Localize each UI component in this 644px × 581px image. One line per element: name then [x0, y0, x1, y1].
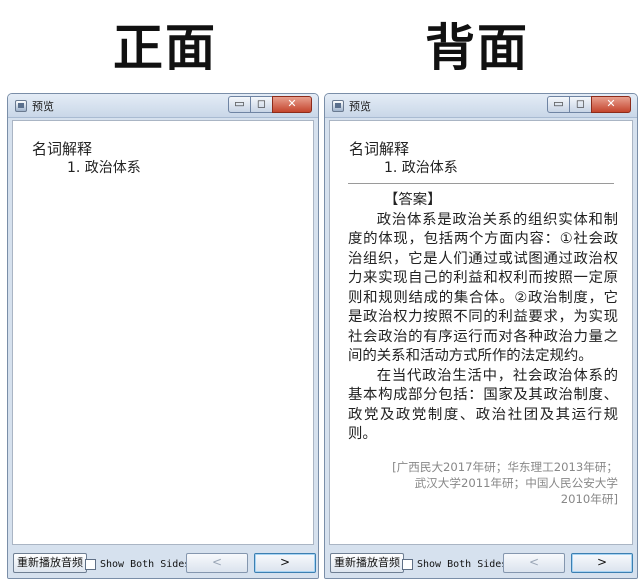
- card-content-front[interactable]: 名词解释 1. 政治体系: [12, 120, 314, 545]
- show-both-sides-toggle[interactable]: Show Both Sides: [85, 556, 190, 572]
- question-item: 1. 政治体系: [384, 160, 458, 176]
- answer-paragraph-1: 政治体系是政治关系的组织实体和制度的体现，包括两个方面内容：①社会政治组织，它是…: [348, 211, 618, 365]
- window-controls: ▭ ◻ ✕: [228, 96, 312, 113]
- show-both-sides-label: Show Both Sides: [417, 558, 508, 570]
- question-heading: 名词解释: [349, 140, 410, 158]
- front-side-title: 正面: [113, 19, 217, 77]
- window-title: 预览: [349, 100, 371, 113]
- question-heading: 名词解释: [32, 140, 93, 158]
- answer-label: 【答案】: [384, 192, 442, 208]
- title-bar[interactable]: 预览 ▭ ◻ ✕: [325, 94, 637, 118]
- show-both-sides-toggle[interactable]: Show Both Sides: [402, 556, 507, 572]
- next-button[interactable]: >: [571, 553, 633, 573]
- title-bar[interactable]: 预览 ▭ ◻ ✕: [8, 94, 318, 118]
- bottom-bar: 重新播放音频 Show Both Sides < >: [8, 546, 318, 578]
- close-button[interactable]: ✕: [272, 96, 312, 113]
- preview-window-front: 预览 ▭ ◻ ✕ 名词解释 1. 政治体系 重新播放音频 Show Both S…: [7, 93, 319, 579]
- minimize-button[interactable]: ▭: [547, 96, 570, 113]
- close-button[interactable]: ✕: [591, 96, 631, 113]
- preview-window-back: 预览 ▭ ◻ ✕ 名词解释 1. 政治体系 【答案】 政治体系是政治关系的组织实…: [324, 93, 638, 579]
- maximize-button[interactable]: ◻: [250, 96, 273, 113]
- app-icon: [332, 100, 344, 112]
- minimize-button[interactable]: ▭: [228, 96, 251, 113]
- window-title: 预览: [32, 100, 54, 113]
- checkbox-icon[interactable]: [85, 558, 96, 570]
- next-button[interactable]: >: [254, 553, 316, 573]
- question-item: 1. 政治体系: [67, 160, 141, 176]
- back-side-title: 背面: [425, 19, 529, 77]
- previous-button[interactable]: <: [503, 553, 565, 573]
- window-controls: ▭ ◻ ✕: [547, 96, 631, 113]
- bottom-bar: 重新播放音频 Show Both Sides < >: [325, 546, 637, 578]
- checkbox-icon[interactable]: [402, 558, 413, 570]
- replay-audio-button[interactable]: 重新播放音频: [13, 553, 87, 573]
- answer-block: 【答案】 政治体系是政治关系的组织实体和制度的体现，包括两个方面内容：①社会政治…: [348, 191, 618, 507]
- show-both-sides-label: Show Both Sides: [100, 558, 191, 570]
- answer-source: [广西民大2017年研；华东理工2013年研；武汉大学2011年研；中国人民公安…: [392, 459, 618, 506]
- card-content-back[interactable]: 名词解释 1. 政治体系 【答案】 政治体系是政治关系的组织实体和制度的体现，包…: [329, 120, 633, 545]
- divider: [348, 183, 614, 184]
- answer-paragraph-2: 在当代政治生活中，社会政治体系的基本构成部分包括：国家及其政治制度、政党及政党制…: [348, 367, 618, 443]
- replay-audio-button[interactable]: 重新播放音频: [330, 553, 404, 573]
- maximize-button[interactable]: ◻: [569, 96, 592, 113]
- app-icon: [15, 100, 27, 112]
- previous-button[interactable]: <: [186, 553, 248, 573]
